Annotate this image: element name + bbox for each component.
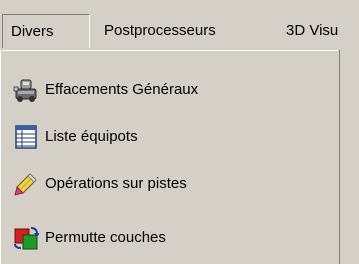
menu-item-label: Opérations sur pistes [45, 175, 187, 192]
menu-item-label: Liste équipots [45, 128, 138, 145]
menu-item-effacements-generaux[interactable]: Effacements Généraux [13, 70, 333, 110]
divers-dropdown-menu: Effacements Généraux Liste équipots Opér… [0, 50, 340, 264]
menu-bar: Divers Postprocesseurs 3D Visu [0, 0, 359, 50]
menu-postprocesseurs-label: Postprocesseurs [104, 22, 216, 39]
menu-3d-visu[interactable]: 3D Visu [286, 14, 338, 48]
menu-postprocesseurs[interactable]: Postprocesseurs [104, 14, 216, 48]
menu-divers[interactable]: Divers [2, 14, 90, 48]
menu-item-label: Permutte couches [45, 229, 166, 246]
menu-divers-label: Divers [11, 23, 54, 40]
pencil-icon [13, 171, 39, 197]
menu-item-liste-equipots[interactable]: Liste équipots [13, 117, 333, 157]
swap-layers-icon [13, 225, 39, 251]
menu-item-label: Effacements Généraux [45, 81, 199, 98]
menu-item-permutte-couches[interactable]: Permutte couches [13, 218, 333, 258]
list-table-icon [13, 124, 39, 150]
eraser-machine-icon [13, 77, 39, 103]
menu-item-operations-sur-pistes[interactable]: Opérations sur pistes [13, 164, 333, 204]
menu-3d-visu-label: 3D Visu [286, 22, 339, 39]
